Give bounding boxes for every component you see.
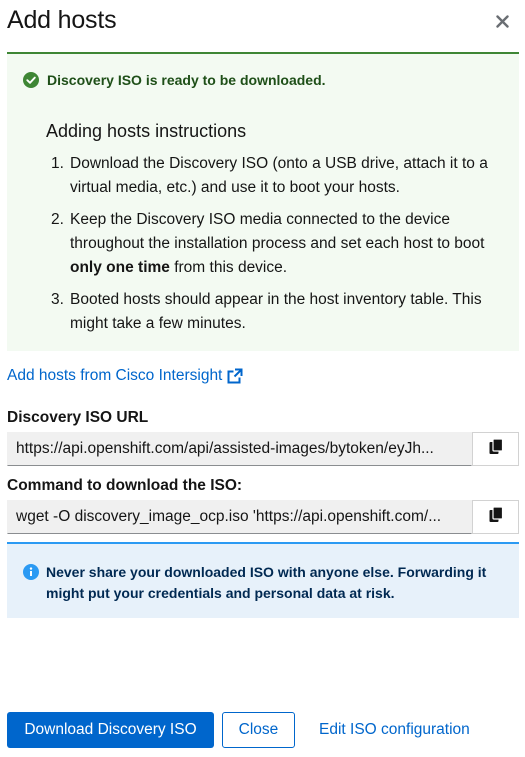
iso-url-input[interactable]: https://api.openshift.com/api/assisted-i…	[7, 432, 472, 466]
check-circle-icon	[23, 72, 39, 88]
list-item-number: 1.	[51, 155, 64, 172]
list-item: 2. Keep the Discovery ISO media connecte…	[51, 208, 507, 280]
instructions-list: 1. Download the Discovery ISO (onto a US…	[51, 152, 507, 344]
info-alert: Never share your downloaded ISO with any…	[7, 542, 519, 618]
download-command-label: Command to download the ISO:	[7, 477, 243, 494]
cisco-intersight-link-label: Add hosts from Cisco Intersight	[7, 367, 223, 384]
list-item-text-emphasis: only one time	[70, 259, 170, 276]
copy-command-button[interactable]	[472, 500, 519, 534]
close-button[interactable]: Close	[222, 712, 295, 748]
copy-icon	[489, 505, 503, 528]
iso-url-field: https://api.openshift.com/api/assisted-i…	[7, 432, 519, 466]
iso-url-label: Discovery ISO URL	[7, 409, 149, 426]
cisco-intersight-link[interactable]: Add hosts from Cisco Intersight	[7, 367, 243, 385]
list-item-text: Keep the Discovery ISO media connected t…	[70, 208, 507, 280]
external-link-icon	[227, 368, 243, 384]
list-item-text-start: Keep the Discovery ISO media connected t…	[70, 211, 485, 252]
list-item-text-end: from this device.	[169, 259, 288, 276]
close-icon[interactable]	[493, 12, 511, 30]
download-iso-button[interactable]: Download Discovery ISO	[7, 712, 214, 748]
copy-icon	[489, 437, 503, 460]
info-circle-icon	[23, 564, 39, 580]
list-item: 3. Booted hosts should appear in the hos…	[51, 288, 507, 336]
list-item-text: Download the Discovery ISO (onto a USB d…	[70, 155, 488, 196]
instructions-title: Adding hosts instructions	[46, 121, 247, 141]
copy-iso-url-button[interactable]	[472, 432, 519, 466]
edit-iso-configuration-button[interactable]: Edit ISO configuration	[319, 712, 470, 748]
list-item: 1. Download the Discovery ISO (onto a US…	[51, 152, 507, 200]
info-message: Never share your downloaded ISO with any…	[46, 564, 487, 601]
download-command-field: wget -O discovery_image_ocp.iso 'https:/…	[7, 500, 519, 534]
success-alert: Discovery ISO is ready to be downloaded.…	[7, 52, 519, 351]
modal-title: Add hosts	[7, 6, 117, 34]
list-item-number: 2.	[51, 211, 64, 228]
success-message: Discovery ISO is ready to be downloaded.	[47, 72, 326, 88]
download-command-input[interactable]: wget -O discovery_image_ocp.iso 'https:/…	[7, 500, 472, 534]
list-item-number: 3.	[51, 291, 64, 308]
list-item-text: Booted hosts should appear in the host i…	[70, 291, 482, 332]
